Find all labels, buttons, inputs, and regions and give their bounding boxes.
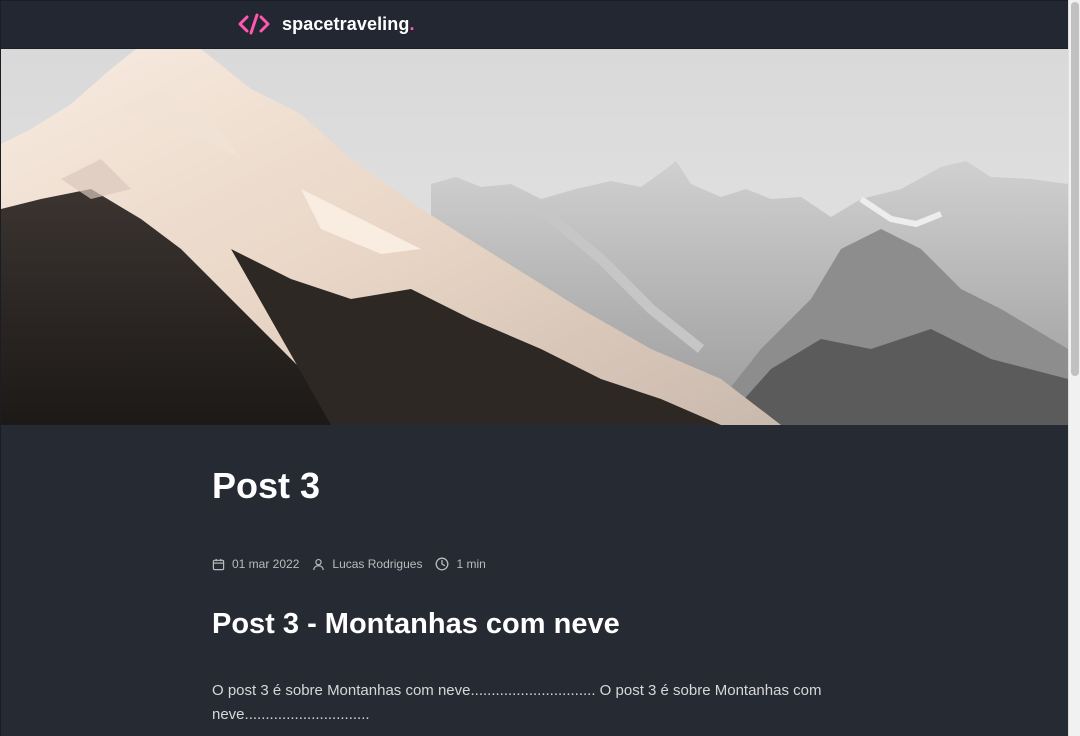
vertical-scrollbar[interactable]	[1068, 0, 1080, 736]
page: spacetraveling. Post 3 01 mar 2022 Lucas…	[1, 1, 1068, 736]
code-brackets-icon	[238, 13, 270, 35]
post-date-text: 01 mar 2022	[232, 557, 300, 571]
user-icon	[313, 558, 325, 570]
post-reading-time-text: 1 min	[456, 557, 486, 571]
logo-dot: .	[409, 13, 415, 34]
scrollbar-thumb[interactable]	[1071, 2, 1079, 376]
post-title: Post 3	[212, 465, 321, 506]
post-meta: 01 mar 2022 Lucas Rodrigues 1 min	[212, 557, 499, 571]
post-banner-image	[1, 49, 1068, 425]
clock-icon	[436, 557, 449, 571]
post-author-text: Lucas Rodrigues	[332, 557, 423, 571]
post-reading-time: 1 min	[435, 557, 486, 571]
post-author: Lucas Rodrigues	[312, 557, 422, 571]
logo-text: spacetraveling	[282, 13, 410, 34]
section-body: O post 3 é sobre Montanhas com neve.....…	[212, 682, 822, 723]
top-bar: spacetraveling.	[1, 1, 1068, 49]
snowy-mountains-image	[1, 49, 1068, 425]
post-date: 01 mar 2022	[212, 557, 299, 571]
section-heading: Post 3 - Montanhas com neve	[212, 608, 620, 640]
calendar-icon	[212, 558, 225, 570]
logo-link[interactable]: spacetraveling.	[238, 11, 414, 37]
